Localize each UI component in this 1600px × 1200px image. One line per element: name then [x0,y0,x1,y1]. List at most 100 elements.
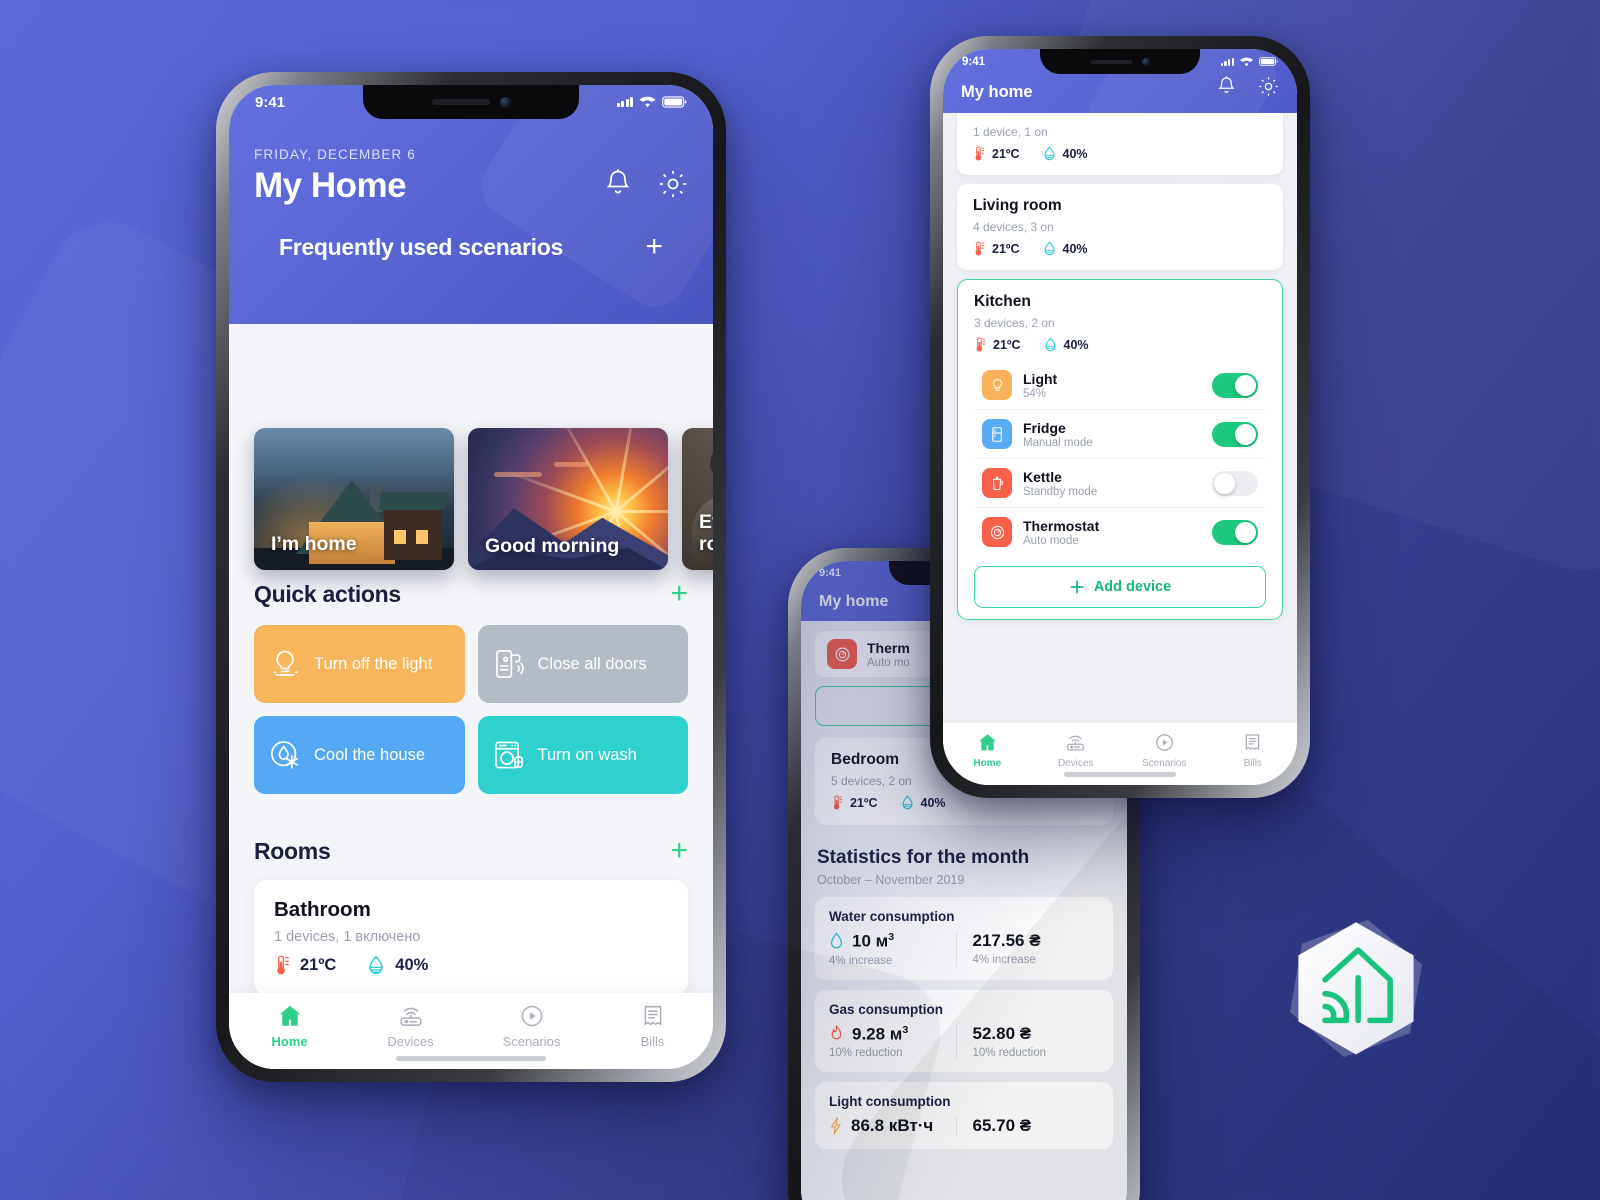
cellular-icon [616,97,633,107]
scenario-card[interactable]: Evening of romance [682,428,713,570]
humidity-metric: 40% [1042,241,1088,256]
lightbulb-icon [268,647,302,681]
tab-label: Home [973,758,1002,769]
tab-home[interactable]: Home [229,1003,350,1049]
tab-scenarios[interactable]: Scenarios [1120,732,1209,769]
device-toggle[interactable] [1212,421,1258,447]
room-card-kitchen[interactable]: Kitchen 3 devices, 2 on 21ºC 40% Light 5… [957,279,1283,620]
device-mode: Standby mode [1023,485,1098,498]
bell-icon[interactable] [604,168,632,204]
device-row-light[interactable]: Light 54% [974,361,1266,410]
device-toggle[interactable] [1212,519,1258,545]
device-toggle[interactable] [1212,470,1258,496]
quick-action-label: Cool the house [314,745,425,764]
router-icon [399,1007,422,1026]
speaker-grill [431,99,490,105]
rooms-section-header: Rooms + [229,836,713,866]
device-toggle[interactable] [1212,372,1258,398]
device-row-kettle[interactable]: Kettle Standby mode [974,459,1266,508]
room-name: Kitchen [974,293,1031,310]
header-date: FRIDAY, DECEMBER 6 [254,147,416,162]
thermometer-icon [833,795,843,810]
page-title: My Home [254,166,407,205]
stat-cost-delta: 10% reduction [972,1046,1047,1059]
bell-icon[interactable] [1217,76,1236,102]
scenario-label: Good morning [485,535,620,558]
rooms-list[interactable]: 1 device, 1 on 21ºC 40% Living room 4 de… [943,113,1297,723]
quick-action-label: Close all doors [537,654,647,673]
device-mode: Auto mode [1023,534,1079,547]
scenario-card[interactable]: I’m home [254,428,454,570]
phone-mockup-home: FRIDAY, DECEMBER 6 My Home Frequently us… [216,72,726,1082]
scenario-card[interactable]: Good morning [468,428,668,570]
receipt-icon [1245,734,1260,751]
room-subtitle: 3 devices, 2 on [974,316,1055,330]
quick-action-label: Turn off the light [314,654,433,673]
add-scenario-button[interactable]: + [645,232,663,262]
tab-label: Bills [1243,758,1262,769]
humidity-value: 40% [1062,241,1088,256]
fridge-icon [982,419,1012,449]
quick-actions-section-header: Quick actions + [229,579,713,609]
stat-amount-sup: 3 [902,1023,909,1036]
gear-icon[interactable] [658,169,688,204]
room-card-living-room[interactable]: Living room 4 devices, 3 on 21ºC 40% [957,184,1283,270]
lightbulb-icon [982,370,1012,400]
water-drop-icon [830,932,843,949]
add-room-button[interactable]: + [670,836,688,866]
thermostat-icon [827,639,857,669]
phone-mockup-kitchen: My home 1 device, 1 on 21ºC 40% Living r… [930,36,1310,798]
stat-amount: 9.28 м [852,1024,903,1044]
tab-bills[interactable]: Bills [1209,732,1298,769]
thermometer-icon [976,337,986,352]
phone-notch [1040,49,1200,74]
quick-action-turn-off-light[interactable]: Turn off the light [254,625,465,703]
stat-amount-delta: 4% increase [829,954,893,967]
temperature-value: 21ºC [300,955,337,974]
humidity-drop-icon [1043,241,1055,256]
device-row-thermostat[interactable]: Thermostat Auto mode [974,508,1266,556]
stat-cost: 65.70 ₴ [972,1116,1032,1136]
tab-devices[interactable]: Devices [1032,732,1121,769]
add-device-button[interactable]: Add device [974,566,1266,608]
temperature-metric: 21ºC [831,795,878,810]
front-camera [499,96,511,108]
play-circle-icon [521,1005,542,1027]
device-name: Fridge [1023,419,1066,436]
device-row-fridge[interactable]: Fridge Manual mode [974,410,1266,459]
status-time: 9:41 [255,93,286,111]
stat-card-water[interactable]: Water consumption 10 м3 4% increase 217.… [815,897,1113,980]
scenario-carousel[interactable]: I’m home Good morning E ro [229,428,713,570]
add-device-label: Add device [1093,579,1172,595]
room-name: Living room [973,197,1062,214]
front-camera [1142,57,1150,66]
quick-action-turn-on-wash[interactable]: Turn on wash [477,716,688,794]
room-card-bathroom[interactable]: Bathroom 1 devices, 1 включено 21ºC 40% [254,880,688,995]
quick-action-close-all-doors[interactable]: Close all doors [477,625,688,703]
temperature-metric: 21ºC [974,337,1021,352]
stat-cost: 52.80 ₴ [972,1023,1032,1043]
humidity-drop-icon [1043,146,1055,161]
phone-notch [363,85,579,119]
add-quick-action-button[interactable]: + [670,579,688,609]
tab-bills[interactable]: Bills [592,1003,713,1049]
scenario-label: I’m home [271,533,357,556]
gear-icon[interactable] [1258,76,1279,102]
tab-home[interactable]: Home [943,732,1032,769]
device-name: Kettle [1023,468,1062,485]
stat-card-light[interactable]: Light consumption 86.8 кВт·ч 65.70 ₴ [815,1082,1113,1150]
wifi-icon [1240,57,1253,66]
humidity-value: 40% [920,795,946,810]
quick-action-cool-the-house[interactable]: Cool the house [254,716,465,794]
play-circle-icon [1155,734,1173,751]
stat-amount-delta: 10% reduction [829,1047,903,1060]
tab-scenarios[interactable]: Scenarios [471,1003,592,1049]
stat-card-gas[interactable]: Gas consumption 9.28 м3 10% reduction 52… [815,989,1113,1073]
tab-devices[interactable]: Devices [350,1003,471,1049]
section-title: Rooms [254,837,331,864]
home-header: FRIDAY, DECEMBER 6 My Home Frequently us… [229,85,713,324]
device-name: Light [1023,370,1058,387]
stat-amount-sup: 3 [888,931,895,943]
device-mode: Manual mode [1023,436,1093,449]
tab-label: Scenarios [502,1034,561,1049]
